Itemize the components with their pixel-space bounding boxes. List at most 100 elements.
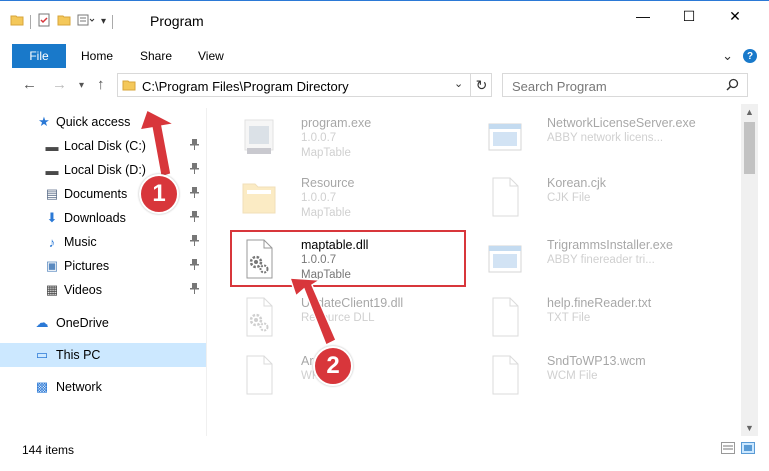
dropdown-arrow-icon[interactable]: ▾	[101, 16, 106, 27]
pin-icon[interactable]	[190, 187, 199, 201]
pin-icon[interactable]	[190, 283, 199, 297]
pin-icon[interactable]	[190, 235, 199, 249]
search-icon[interactable]	[726, 78, 739, 94]
sidebar-item-network[interactable]: ▩ Network	[0, 375, 206, 399]
details-view-icon[interactable]	[721, 442, 735, 457]
vertical-scrollbar[interactable]: ▲ ▼	[741, 104, 758, 436]
recent-locations-icon[interactable]: ▾	[79, 80, 84, 91]
pin-icon[interactable]	[190, 139, 199, 153]
file-detail: MapTable	[301, 207, 351, 219]
folder-icon	[10, 13, 24, 30]
blank-file-icon	[487, 176, 523, 218]
file-item[interactable]: NetworkLicenseServer.exe ABBY network lic…	[479, 110, 715, 166]
file-name: help.fineReader.txt	[547, 296, 652, 310]
download-icon: ⬇	[46, 210, 58, 225]
file-name: UpdateClient19.dll	[301, 296, 404, 310]
search-input[interactable]: Search Program	[502, 73, 748, 97]
file-name: Korean.cjk	[547, 176, 607, 190]
file-item[interactable]: Resource 1.0.0.7 MapTable	[233, 170, 469, 226]
pin-icon[interactable]	[190, 259, 199, 273]
tab-view[interactable]: View	[198, 49, 224, 63]
sidebar-item-label: Network	[56, 380, 102, 394]
sidebar-item-label: Local Disk (C:)	[64, 139, 146, 153]
folder-icon	[241, 176, 277, 218]
file-detail: ABBY finereader tri...	[547, 254, 655, 266]
sidebar-item-downloads[interactable]: ⬇ Downloads	[0, 206, 206, 230]
separator	[112, 14, 114, 29]
separator	[30, 14, 31, 29]
file-name: program.exe	[301, 116, 372, 130]
videos-icon: ▦	[45, 282, 59, 297]
exe-window-icon	[487, 238, 523, 280]
sidebar-item-label: Videos	[64, 283, 102, 297]
sidebar-item-local-disk-c[interactable]: ▬ Local Disk (C:)	[0, 134, 206, 158]
navigation-pane: ★ Quick access ▬ Local Disk (C:) ▬ Local Disk…	[0, 108, 206, 436]
sidebar-item-quick-access[interactable]: ★ Quick access	[0, 110, 206, 134]
music-icon: ♪	[48, 234, 56, 250]
sidebar-item-music[interactable]: ♪ Music	[0, 230, 206, 254]
sidebar-item-label: Local Disk (D:)	[64, 163, 146, 177]
address-bar[interactable]: C:\Program Files\Program Directory ⌄ ↻	[117, 73, 492, 97]
customize-toolbar-icon[interactable]	[77, 13, 95, 30]
file-name: TrigrammsInstaller.exe	[547, 238, 673, 252]
highlight-box	[230, 230, 466, 287]
file-item[interactable]: TrigrammsInstaller.exe ABBY finereader tr…	[479, 232, 715, 288]
file-name: SndToWP13.wcm	[547, 354, 646, 368]
file-item[interactable]: help.fineReader.txt TXT File	[479, 290, 715, 346]
scroll-thumb[interactable]	[744, 122, 755, 174]
file-detail: Resource DLL	[301, 312, 375, 324]
documents-icon: ▤	[45, 186, 59, 201]
sidebar-item-onedrive[interactable]: ☁ OneDrive	[0, 311, 206, 335]
search-placeholder: Search Program	[512, 79, 607, 94]
maximize-button[interactable]: ☐	[666, 1, 712, 31]
tab-file[interactable]: File	[12, 44, 66, 68]
drive-icon: ▬	[45, 138, 59, 154]
scroll-down-icon[interactable]: ▼	[745, 423, 754, 433]
sidebar-item-pictures[interactable]: ▣ Pictures	[0, 254, 206, 278]
sidebar-item-this-pc[interactable]: ▭ This PC	[0, 343, 206, 367]
new-folder-icon[interactable]	[57, 13, 71, 30]
address-path[interactable]: C:\Program Files\Program Directory	[142, 79, 349, 94]
tab-home[interactable]: Home	[81, 49, 113, 63]
sidebar-item-label: Music	[64, 235, 97, 249]
network-icon: ▩	[35, 379, 49, 394]
exe-icon	[241, 116, 277, 158]
file-item[interactable]: program.exe 1.0.0.7 MapTable	[233, 110, 469, 166]
blank-file-icon	[487, 354, 523, 396]
item-count: 144 items	[22, 443, 75, 457]
tab-share[interactable]: Share	[140, 49, 172, 63]
file-detail: CJK File	[547, 192, 591, 204]
chevron-down-icon[interactable]: ⌄	[454, 77, 463, 90]
minimize-button[interactable]: —	[620, 1, 666, 31]
sidebar-item-local-disk-d[interactable]: ▬ Local Disk (D:)	[0, 158, 206, 182]
exe-window-icon	[487, 116, 523, 158]
pin-icon[interactable]	[190, 163, 199, 177]
properties-icon[interactable]	[37, 13, 51, 30]
expand-ribbon-icon[interactable]: ⌄	[722, 48, 733, 64]
file-item[interactable]: Korean.cjk CJK File	[479, 170, 715, 226]
help-icon[interactable]: ?	[743, 49, 757, 63]
large-icons-view-icon[interactable]	[741, 442, 755, 457]
scroll-up-icon[interactable]: ▲	[745, 107, 754, 117]
up-arrow-icon[interactable]: ↑	[97, 76, 105, 93]
file-item[interactable]: SndToWP13.wcm WCM File	[479, 348, 715, 404]
annotation-marker-1: 1	[139, 174, 179, 214]
refresh-button[interactable]: ↻	[470, 74, 492, 96]
cloud-icon: ☁	[35, 315, 49, 330]
file-name: Resource	[301, 176, 355, 190]
file-detail: 1.0.0.7	[301, 192, 337, 204]
forward-arrow-icon[interactable]: →	[52, 76, 67, 93]
quick-access-toolbar: ▾	[10, 13, 114, 30]
file-detail: TXT File	[547, 312, 591, 324]
pin-icon[interactable]	[190, 211, 199, 225]
sidebar-item-label: This PC	[56, 348, 101, 362]
drive-icon: ▬	[45, 162, 59, 178]
back-arrow-icon[interactable]: ←	[22, 76, 37, 93]
file-detail: WCM File	[547, 370, 598, 382]
sidebar-item-label: Downloads	[64, 211, 126, 225]
sidebar-item-videos[interactable]: ▦ Videos	[0, 278, 206, 302]
star-icon: ★	[38, 114, 50, 129]
sidebar-item-label: Pictures	[64, 259, 110, 273]
close-button[interactable]: ✕	[712, 1, 758, 31]
file-item[interactable]: UpdateClient19.dll Resource DLL	[233, 290, 469, 346]
